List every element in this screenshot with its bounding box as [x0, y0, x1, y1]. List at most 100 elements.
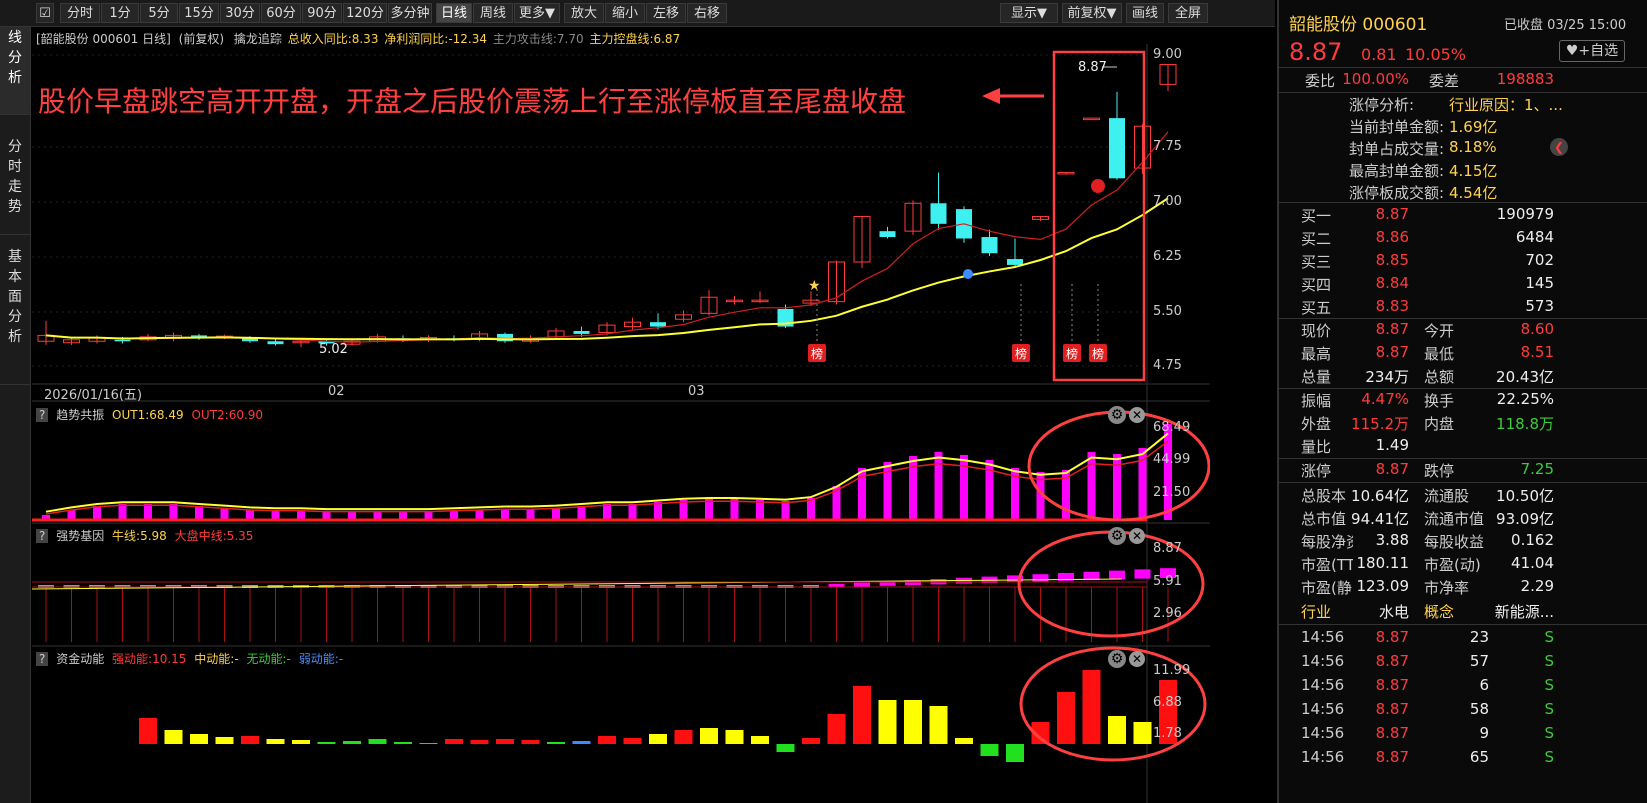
tick-price: 8.87: [1375, 676, 1409, 694]
toolbar-button-10[interactable]: 周线: [473, 3, 513, 23]
momentum-bar: [649, 734, 667, 744]
close-icon[interactable]: ✕: [1129, 528, 1145, 544]
momentum-bar: [776, 744, 795, 752]
toolbar-button-12[interactable]: 放大: [564, 3, 604, 23]
low-price-label: 5.02: [319, 342, 348, 357]
momentum-bar: [1108, 716, 1126, 744]
bang-badge-text: 榜: [811, 346, 823, 361]
panel3-title[interactable]: 资金动能: [56, 652, 104, 666]
toolbar-button-11[interactable]: 更多▼: [514, 3, 560, 23]
tick-side: S: [1544, 676, 1554, 694]
toolbar-button-2[interactable]: 5分: [140, 3, 178, 23]
quote-value: 4.47%: [1361, 390, 1409, 408]
panel2-title[interactable]: 强势基因: [56, 529, 104, 543]
highlight-box: [1052, 50, 1146, 382]
trend-bar: [730, 499, 739, 520]
toolbar-button-15[interactable]: 右移: [687, 3, 727, 23]
toolbar-button-13[interactable]: 缩小: [605, 3, 645, 23]
price-axis-label: 5.50: [1153, 304, 1182, 319]
fund-value: 93.09亿: [1496, 510, 1554, 528]
fund-value: 123.09: [1356, 577, 1410, 595]
left-tab-bar: K 线 分 析 分 时 走 势 基 本 面 分 析: [0, 0, 31, 803]
add-favorite-button[interactable]: ♥+自选: [1559, 40, 1625, 62]
toolbar-button-4[interactable]: 30分: [220, 3, 260, 23]
toggle-checkbox[interactable]: ☑: [36, 3, 54, 23]
close-icon[interactable]: ✕: [1129, 651, 1145, 667]
tab-fundamental-analysis[interactable]: 基 本 面 分 析: [0, 235, 30, 385]
gear-icon[interactable]: ⚙: [1108, 406, 1126, 424]
trend-bar: [960, 455, 968, 520]
tick-volume: 9: [1479, 724, 1489, 742]
bid-row: 买三 8.85 702: [1279, 251, 1647, 275]
momentum-bar: [700, 728, 718, 744]
collapse-arrow-icon[interactable]: ❮: [1550, 138, 1568, 156]
trend-bar: [628, 504, 637, 520]
toolbar-button-5[interactable]: 60分: [261, 3, 301, 23]
momentum-bar: [623, 738, 642, 744]
momentum-bar: [521, 740, 540, 744]
toolbar-button-3[interactable]: 15分: [179, 3, 219, 23]
toolbar-button-1[interactable]: 1分: [101, 3, 139, 23]
price-change: 0.81: [1361, 45, 1397, 64]
help-icon[interactable]: ?: [36, 408, 49, 422]
quote-label: 最高: [1301, 345, 1332, 363]
close-icon[interactable]: ✕: [1129, 407, 1145, 423]
tab-intraday-trend[interactable]: 分 时 走 势: [0, 115, 30, 235]
toolbar-right-button-3[interactable]: 全屏: [1168, 3, 1208, 23]
candle-body: [114, 339, 131, 342]
momentum-bar: [215, 737, 234, 744]
gear-icon[interactable]: ⚙: [1108, 650, 1126, 668]
toolbar-button-0[interactable]: 分时: [60, 3, 100, 23]
tick-time: 14:56: [1301, 628, 1345, 646]
toolbar-right-button-2[interactable]: 画线: [1126, 3, 1164, 23]
tick-price: 8.87: [1375, 652, 1409, 670]
toolbar-button-8[interactable]: 多分钟: [388, 3, 432, 23]
fundamental-row: 总市值 94.41亿 流通市值 93.09亿: [1279, 508, 1647, 532]
momentum-bar: [980, 744, 999, 756]
trend-bar: [195, 506, 203, 520]
panel3-axis-label: 1.78: [1153, 726, 1182, 741]
quote-value: 115.2万: [1351, 415, 1409, 433]
quote-row: 量比 1.49: [1279, 436, 1647, 460]
panel3-none: 无动能:-: [246, 652, 291, 666]
kline-chart-area[interactable]: 榜榜榜榜★: [32, 44, 1210, 803]
toolbar-button-6[interactable]: 90分: [302, 3, 342, 23]
toolbar-button-7[interactable]: 120分: [343, 3, 387, 23]
gene-bar: [1134, 569, 1151, 579]
bid-row: 买二 8.86 6484: [1279, 228, 1647, 252]
tick-time: 14:56: [1301, 748, 1345, 766]
limit-info-row: 最高封单金额: 4.15亿: [1279, 160, 1647, 184]
trend-bar: [705, 499, 713, 520]
momentum-bar: [1133, 722, 1152, 744]
price-axis-label: 7.75: [1153, 139, 1182, 154]
limit-info-value[interactable]: 行业原因：1、...: [1449, 94, 1563, 115]
limit-info-value: 8.18%: [1449, 138, 1497, 156]
bid-volume: 145: [1525, 274, 1554, 292]
limit-info-label: 最高封单金额:: [1349, 162, 1445, 180]
panel1-title[interactable]: 趋势共振: [56, 408, 104, 422]
quote-label: 总额: [1424, 368, 1455, 386]
quote-label: 总量: [1301, 368, 1332, 386]
sector-value[interactable]: 水电: [1349, 601, 1409, 622]
tick-volume: 6: [1479, 676, 1489, 694]
gear-icon[interactable]: ⚙: [1108, 527, 1126, 545]
panel3-mid: 中动能:-: [194, 652, 239, 666]
concept-value[interactable]: 新能源...: [1479, 601, 1554, 622]
toolbar-right-button-0[interactable]: 显示▼: [1000, 3, 1058, 23]
help-icon[interactable]: ?: [36, 652, 49, 666]
tick-row: 14:56 8.87 58 S: [1279, 700, 1647, 724]
quote-row: 外盘 115.2万 内盘 118.8万: [1279, 413, 1647, 437]
panel1-axis-label: 68.49: [1153, 420, 1191, 435]
sector-label: 行业: [1301, 603, 1332, 621]
fundamental-row: 每股净资 3.88 每股收益 0.162: [1279, 531, 1647, 555]
toolbar-right-button-1[interactable]: 前复权▼: [1062, 3, 1122, 23]
trend-bar: [93, 506, 101, 520]
toolbar-button-14[interactable]: 左移: [646, 3, 686, 23]
fund-value: 41.04: [1511, 554, 1554, 572]
trend-bar: [118, 504, 127, 520]
toolbar-button-9[interactable]: 日线: [436, 3, 472, 23]
quote-value: 20.43亿: [1496, 368, 1554, 386]
date-label: 02: [328, 384, 345, 399]
help-icon[interactable]: ?: [36, 529, 49, 543]
gene-bar: [854, 582, 870, 587]
